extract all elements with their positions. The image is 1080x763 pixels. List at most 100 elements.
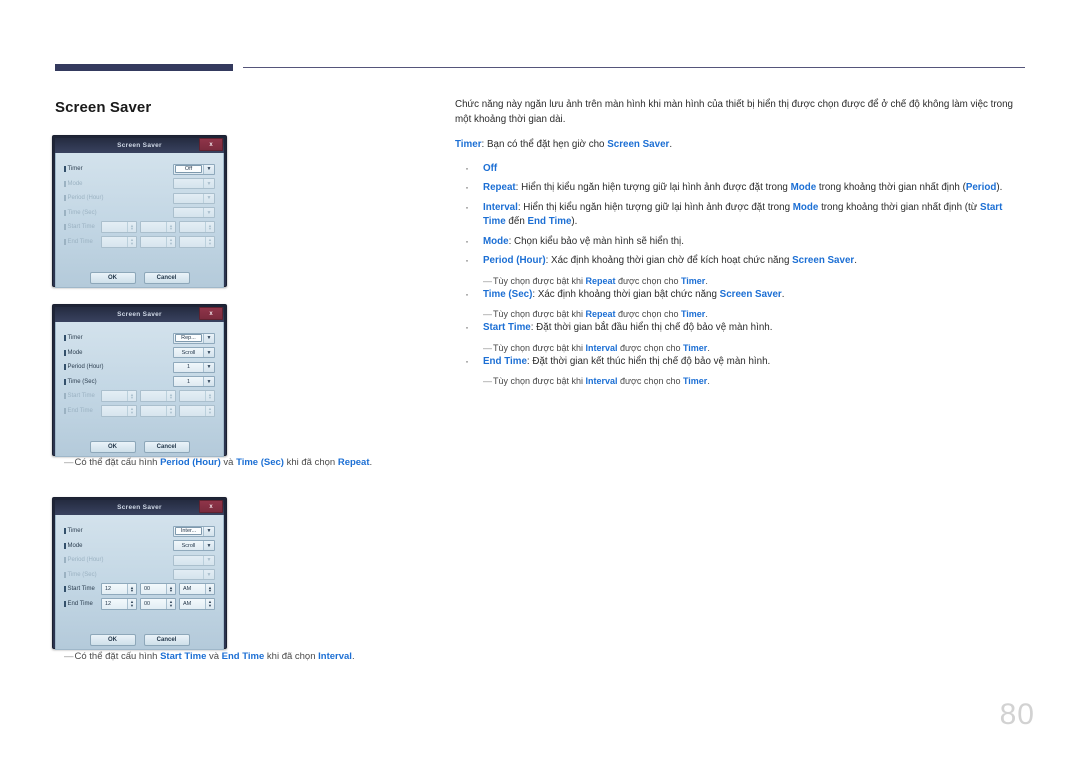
stepper-arrows-icon: ▲ ▼ [166, 222, 175, 232]
end-time-minute-stepper[interactable]: 00 ▲ ▼ [140, 597, 176, 610]
ok-button[interactable]: OK [89, 634, 136, 646]
cancel-button[interactable]: Cancel [143, 634, 190, 646]
period-dropdown[interactable]: 1 ▼ [173, 361, 215, 373]
ok-button[interactable]: OK [89, 441, 136, 453]
label-timer: Timer [64, 166, 83, 173]
label-end-time: End Time [64, 238, 93, 245]
caption-interval-note: — Có thể đặt cấu hình Start Time và End T… [64, 651, 355, 662]
timer-dropdown[interactable]: Inter... ▼ [173, 525, 215, 537]
start-time-minute-stepper[interactable]: 00 ▲ ▼ [140, 583, 176, 595]
label-start-time: Start Time [64, 393, 95, 400]
close-icon[interactable]: x [199, 500, 223, 513]
row-mode: Mode Scroll ▼ [64, 346, 215, 361]
end-time-hour-stepper[interactable]: 12 ▲ ▼ [101, 597, 137, 610]
row-end-time: End Time 12 ▲ ▼ 00 ▲ ▼ AM ▲ ▼ [64, 597, 215, 612]
dialog-body: Timer Rep... ▼ Mode Scroll ▼ Period (Hou… [55, 322, 224, 457]
label-period: Period (Hour) [64, 557, 104, 564]
row-period: Period (Hour) ▼ [64, 191, 215, 206]
mode-dropdown-value: Scroll [181, 349, 196, 356]
chevron-down-icon: ▼ [203, 526, 214, 536]
options-list: Off Repeat: Hiển thị kiểu ngăn hiện tượn… [455, 161, 1027, 389]
stepper-arrows-icon[interactable]: ▲ ▼ [205, 598, 214, 609]
stepper-arrows-icon: ▲ ▼ [166, 391, 175, 401]
stepper-arrows-icon: ▲ ▼ [205, 391, 214, 401]
note-period-repeat: — Tùy chọn được bật khi Repeat được chọn … [483, 275, 708, 286]
dialog-title-bar: Screen Saver x [55, 500, 224, 515]
start-time-hour-stepper[interactable]: 12 ▲ ▼ [101, 583, 137, 595]
row-time-sec: Time (Sec) 1 ▼ [64, 375, 215, 390]
start-time-minute-stepper: ▲ ▼ [140, 221, 176, 233]
end-time-ampm-stepper: ▲ ▼ [179, 404, 215, 417]
start-time-hour-stepper: ▲ ▼ [101, 221, 137, 233]
timer-dropdown[interactable]: Rep... ▼ [173, 332, 215, 344]
chevron-down-icon: ▼ [203, 377, 214, 386]
dialog-footer: OK Cancel [56, 441, 223, 453]
note-end-time-interval: — Tùy chọn được bật khi Interval được chọ… [483, 376, 710, 386]
label-mode: Mode [64, 542, 83, 549]
timer-dropdown[interactable]: Off ▼ [173, 163, 215, 175]
body-column: Chức năng này ngăn lưu ảnh trên màn hình… [455, 98, 1027, 388]
label-end-time: End Time [64, 407, 93, 414]
stepper-arrows-icon: ▲ ▼ [127, 405, 136, 416]
chevron-down-icon: ▼ [203, 570, 214, 579]
stepper-arrows-icon[interactable]: ▲ ▼ [127, 584, 136, 594]
row-mode: Mode Scroll ▼ [64, 539, 215, 554]
timer-dropdown-value: Rep... [175, 334, 202, 342]
page-number: 80 [999, 698, 1035, 731]
cancel-button[interactable]: Cancel [143, 441, 190, 453]
dialog-title-bar: Screen Saver x [55, 138, 224, 153]
note-start-time-interval: — Tùy chọn được bật khi Interval được chọ… [483, 342, 710, 353]
stepper-arrows-icon: ▲ ▼ [127, 236, 136, 247]
label-timer: Timer [64, 335, 83, 342]
chevron-down-icon: ▼ [203, 208, 214, 217]
end-time-group: ▲ ▼ ▲ ▼ ▲ ▼ [101, 404, 215, 417]
row-time-sec: Time (Sec) ▼ [64, 206, 215, 221]
mode-dropdown[interactable]: Scroll ▼ [173, 347, 215, 358]
chevron-down-icon: ▼ [203, 541, 214, 550]
list-item-period: Period (Hour): Xác định khoảng thời gian… [455, 253, 1027, 269]
stepper-arrows-icon[interactable]: ▲ ▼ [127, 598, 136, 609]
stepper-arrows-icon[interactable]: ▲ ▼ [166, 584, 175, 594]
label-start-time: Start Time [64, 224, 95, 231]
time-sec-dropdown-value: 1 [186, 378, 191, 385]
header-rule-line [243, 67, 1025, 68]
stepper-arrows-icon: ▲ ▼ [166, 405, 175, 416]
timer-description: Timer: Bạn có thể đặt hẹn giờ cho Screen… [455, 139, 673, 150]
start-time-group: ▲ ▼ ▲ ▼ ▲ ▼ [101, 221, 215, 233]
list-item-repeat: Repeat: Hiển thị kiểu ngăn hiện tượng gi… [455, 180, 1027, 196]
close-icon[interactable]: x [199, 307, 223, 320]
timer-dropdown-value: Off [175, 165, 202, 173]
page-title: Screen Saver [55, 99, 152, 116]
mode-dropdown[interactable]: Scroll ▼ [173, 540, 215, 551]
list-item-time-sec: Time (Sec): Xác định khoảng thời gian bậ… [455, 287, 1027, 303]
stepper-arrows-icon[interactable]: ▲ ▼ [166, 598, 175, 609]
note-dash-icon: — [483, 275, 492, 286]
list-item-end-time: End Time: Đặt thời gian kết thúc hiển th… [455, 354, 1027, 370]
ok-button[interactable]: OK [89, 272, 136, 284]
row-period: Period (Hour) 1 ▼ [64, 360, 215, 375]
end-time-ampm-stepper[interactable]: AM ▲ ▼ [179, 597, 215, 610]
list-item-mode: Mode: Chọn kiểu bảo vệ màn hình sẽ hiển … [455, 234, 1027, 250]
start-time-ampm-stepper[interactable]: AM ▲ ▼ [179, 583, 215, 595]
time-sec-dropdown: ▼ [173, 569, 215, 580]
label-start-time: Start Time [64, 586, 95, 593]
label-period: Period (Hour) [64, 195, 104, 202]
chevron-down-icon: ▼ [203, 193, 214, 203]
row-end-time: End Time ▲ ▼ ▲ ▼ ▲ ▼ [64, 235, 215, 250]
dialog-title: Screen Saver [117, 142, 162, 149]
cancel-button[interactable]: Cancel [143, 272, 190, 284]
row-timer: Timer Inter... ▼ [64, 524, 215, 539]
label-mode: Mode [64, 180, 83, 187]
chevron-down-icon: ▼ [203, 164, 214, 174]
end-time-minute-stepper: ▲ ▼ [140, 235, 176, 248]
caption-repeat-note: — Có thể đặt cấu hình Period (Hour) và Ti… [64, 457, 373, 468]
close-icon[interactable]: x [199, 138, 223, 151]
stepper-arrows-icon: ▲ ▼ [205, 222, 214, 232]
time-sec-dropdown: ▼ [173, 207, 215, 218]
stepper-arrows-icon[interactable]: ▲ ▼ [205, 584, 214, 594]
row-mode: Mode ▼ [64, 177, 215, 192]
label-end-time: End Time [64, 600, 93, 607]
screen-saver-dialog-off: Screen Saver x Timer Off ▼ Mode ▼ Period… [52, 135, 227, 288]
row-time-sec: Time (Sec) ▼ [64, 568, 215, 583]
time-sec-dropdown[interactable]: 1 ▼ [173, 376, 215, 387]
